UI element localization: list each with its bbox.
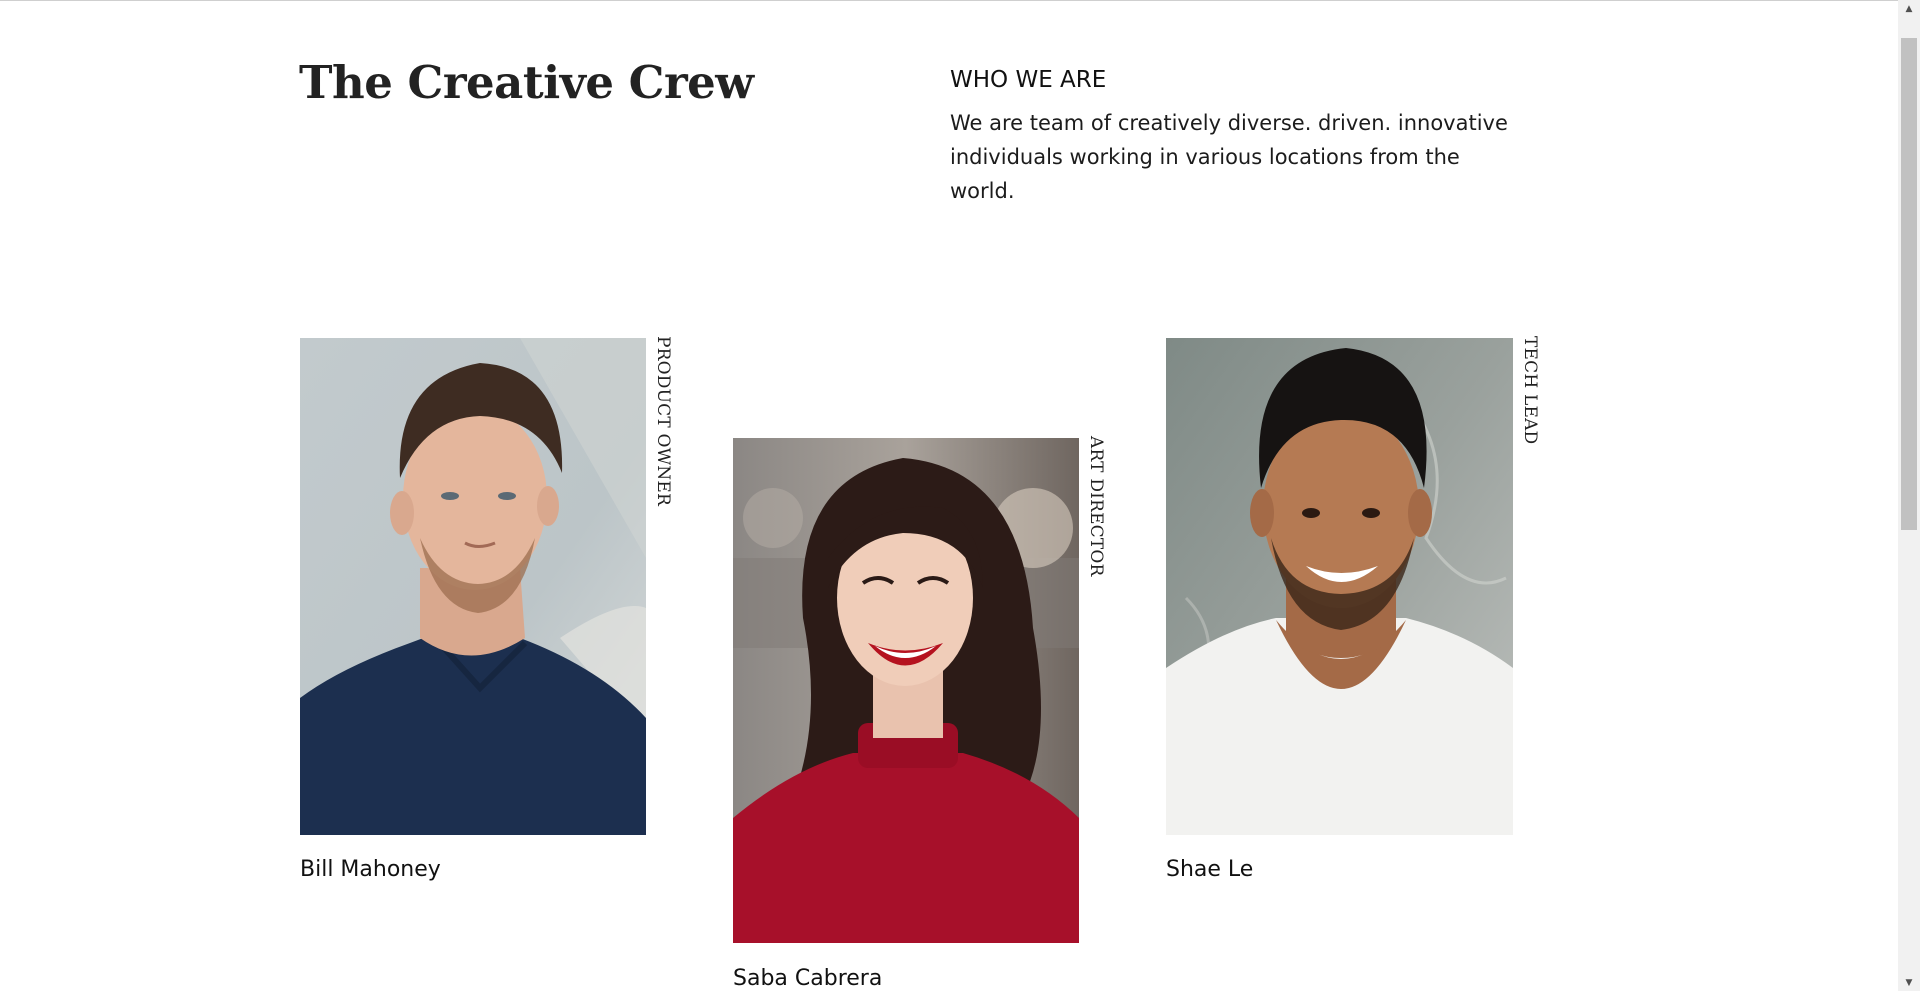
who-we-are-text: We are team of creatively diverse. drive… xyxy=(950,111,1508,203)
team-member-role: TECH LEAD xyxy=(1520,336,1540,445)
vertical-scrollbar[interactable]: ▲ ▼ xyxy=(1898,0,1920,991)
team-member-role: PRODUCT OWNER xyxy=(653,336,673,506)
scroll-down-icon[interactable]: ▼ xyxy=(1898,974,1920,991)
team-member-name: Bill Mahoney xyxy=(300,857,441,882)
scroll-up-icon[interactable]: ▲ xyxy=(1898,0,1920,17)
team-member-role: ART DIRECTOR xyxy=(1086,436,1106,577)
team-member-name: Saba Cabrera xyxy=(733,966,883,991)
team-member-photo xyxy=(300,338,646,835)
page-content: The Creative Crew WHO WE ARE We are team… xyxy=(0,0,1898,991)
team-member-photo xyxy=(1166,338,1513,835)
page-title: The Creative Crew xyxy=(299,56,754,109)
who-we-are-heading: WHO WE ARE xyxy=(950,67,1107,93)
team-member-name: Shae Le xyxy=(1166,857,1254,882)
team-member-photo xyxy=(733,438,1079,943)
scrollbar-thumb[interactable] xyxy=(1901,38,1917,530)
